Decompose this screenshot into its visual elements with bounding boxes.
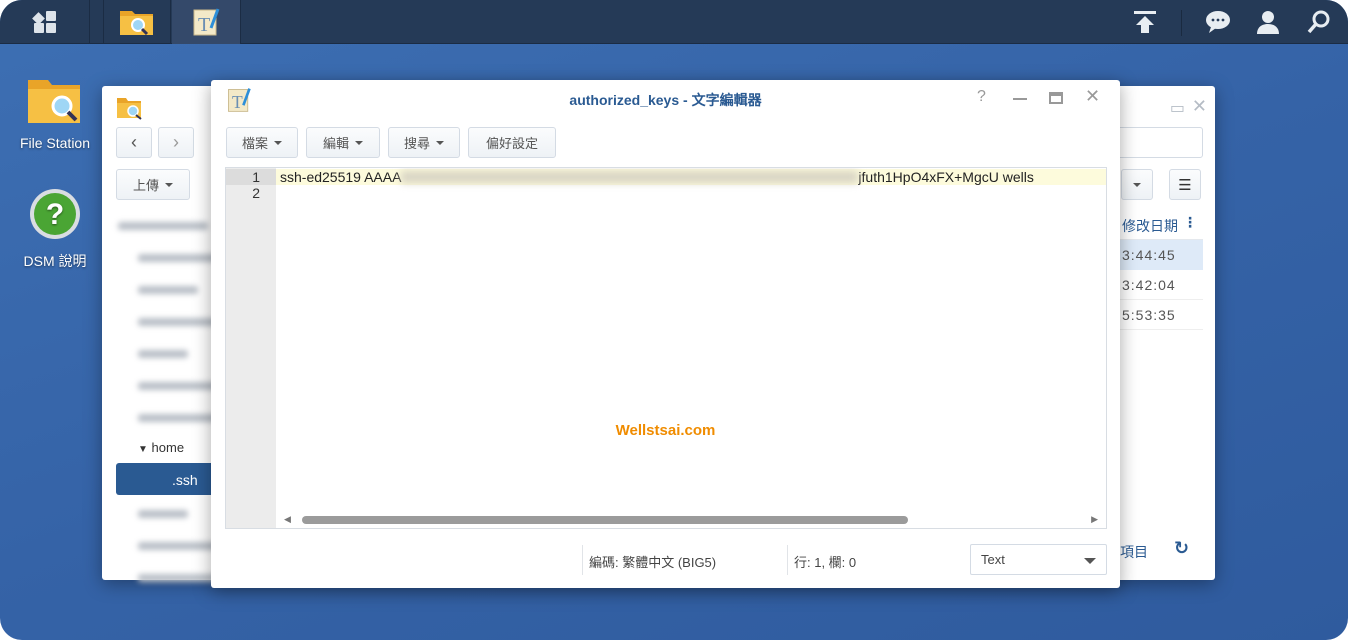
maximize-button[interactable] [1049,92,1063,104]
divider [582,545,583,575]
file-station-icon [117,98,142,120]
horizontal-scrollbar[interactable]: ◀ ▶ [276,512,1106,528]
code-line: ssh-ed25519 AAAA jfuth1HpO4xFX+MgcU well… [280,169,1034,185]
back-button[interactable]: ‹ [116,127,152,158]
search-icon[interactable] [1305,8,1333,36]
scroll-left-icon[interactable]: ◀ [284,514,291,525]
desktop-dsm-help[interactable]: ? DSM 說明 [5,188,105,271]
column-header-modified[interactable]: 修改日期 ⋮ [1120,208,1203,240]
desktop: T File Station ? DSM 說明 ▭ ✕ ‹ › 上傳 ☰ ▼ h… [0,0,1348,640]
text-editor-icon: T [193,8,220,36]
minimize-button[interactable] [1013,98,1027,100]
refresh-icon[interactable]: ↻ [1174,538,1189,559]
divider [787,545,788,575]
view-mode-dropdown[interactable] [1121,169,1153,200]
tree-item-ssh-selected[interactable]: .ssh [116,463,216,495]
tree-item-blurred[interactable] [138,286,198,294]
chevron-down-icon [1133,182,1141,187]
code-editor[interactable]: 1 2 ssh-ed25519 AAAA jfuth1HpO4xFX+MgcU … [225,167,1107,529]
help-icon: ? [30,189,80,239]
menu-file[interactable]: 檔案 [226,127,298,158]
forward-button[interactable]: › [158,127,194,158]
item-count: 項目 [1120,544,1148,560]
maximize-button[interactable]: ▭ [1170,98,1185,118]
scrollbar-thumb[interactable] [302,516,908,524]
chevron-down-icon [274,140,282,145]
user-icon[interactable] [1254,8,1282,36]
desktop-icon-label: DSM 說明 [23,253,87,269]
taskbar-file-station[interactable] [103,0,171,44]
svg-text:T: T [198,14,210,36]
redacted-key [401,171,859,183]
tree-item-blurred[interactable] [138,382,218,390]
chevron-down-icon [165,182,173,187]
chat-icon[interactable] [1204,8,1232,36]
sort-button[interactable]: ☰ [1169,169,1201,200]
upload-icon[interactable] [1131,8,1159,36]
tree-item-blurred[interactable] [138,574,218,582]
taskbar-text-editor[interactable]: T [172,0,241,44]
apps-grid-icon [31,11,56,33]
folder-tree: ▼ home .ssh [116,216,218,586]
desktop-icon-label: File Station [19,135,91,151]
tree-item-blurred[interactable] [138,254,218,262]
desktop-file-station[interactable]: File Station [5,76,105,151]
tree-item-home[interactable]: ▼ home [138,440,184,455]
tree-item-blurred[interactable] [138,542,218,550]
text-editor-window: T authorized_keys - 文字編輯器 ? ✕ 檔案 編輯 搜尋 偏… [211,80,1120,588]
line-gutter [226,168,276,528]
file-station-icon [28,80,80,123]
tree-item-blurred[interactable] [138,350,188,358]
help-button[interactable]: ? [977,88,986,106]
svg-text:?: ? [46,198,64,231]
table-row[interactable]: 3:44:45 [1120,240,1203,270]
tree-item-blurred[interactable] [118,222,208,230]
chevron-down-icon [355,140,363,145]
encoding-status[interactable]: 編碼: 繁體中文 (BIG5) [589,552,716,571]
main-menu-button[interactable] [0,0,90,44]
scroll-right-icon[interactable]: ▶ [1091,514,1098,525]
syntax-mode-select[interactable]: Text [970,544,1107,575]
line-number: 2 [252,185,260,201]
taskbar: T [0,0,1348,44]
table-row[interactable]: 5:53:35 [1120,300,1203,330]
tree-item-blurred[interactable] [138,510,188,518]
column-menu-icon[interactable]: ⋮ [1183,214,1197,231]
menu-search[interactable]: 搜尋 [388,127,460,158]
chevron-down-icon [1084,558,1096,564]
upload-button[interactable]: 上傳 [116,169,190,200]
close-button[interactable]: ✕ [1192,96,1207,117]
tree-item-blurred[interactable] [138,414,218,422]
menu-edit[interactable]: 編輯 [306,127,380,158]
menu-preferences[interactable]: 偏好設定 [468,127,556,158]
table-row[interactable]: 3:42:04 [1120,270,1203,300]
watermark: Wellstsai.com [615,422,716,439]
chevron-down-icon [436,140,444,145]
cursor-position: 行: 1, 欄: 0 [794,555,857,570]
tree-item-blurred[interactable] [138,318,218,326]
line-number: 1 [252,169,260,185]
close-button[interactable]: ✕ [1085,86,1100,107]
divider [1181,10,1182,36]
file-station-icon [120,11,153,36]
